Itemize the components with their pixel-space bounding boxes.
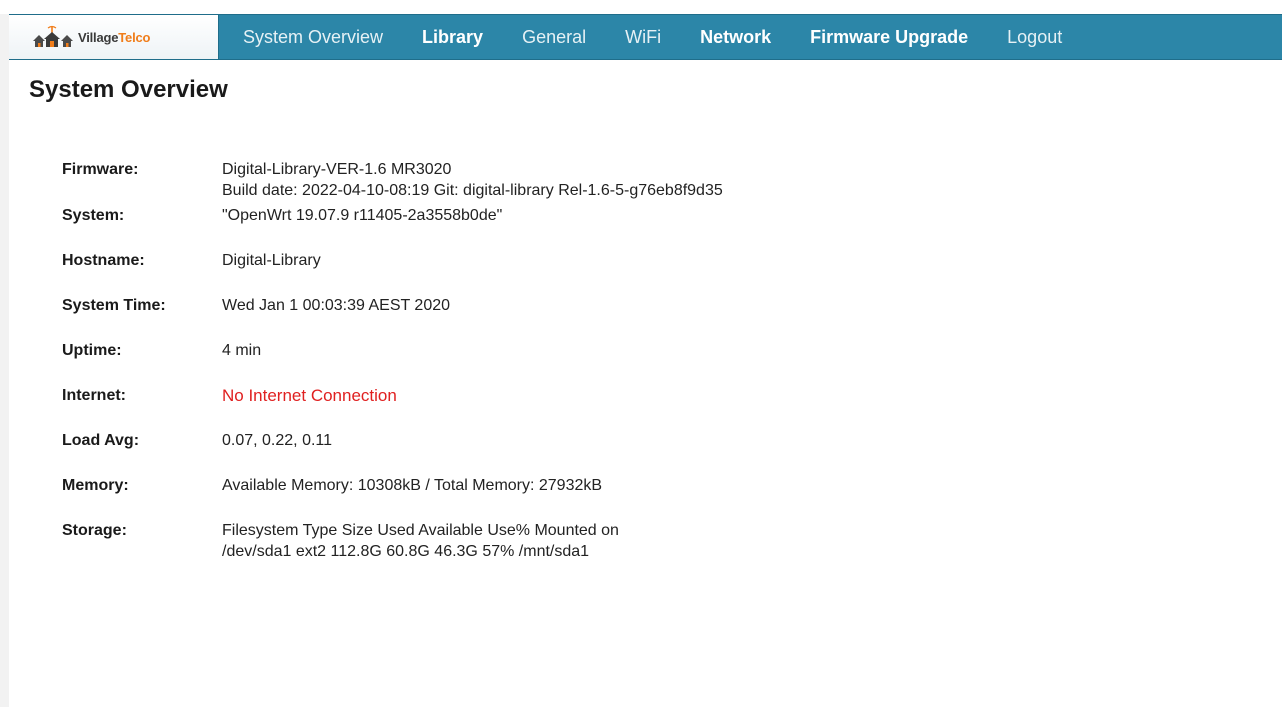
- nav-general[interactable]: General: [522, 27, 586, 48]
- system-time-row: System Time: Wed Jan 1 00:03:39 AEST 202…: [62, 295, 723, 340]
- firmware-row: Firmware: Digital-Library-VER-1.6 MR3020…: [62, 159, 723, 205]
- internet-label: Internet:: [62, 387, 126, 404]
- internet-status: No Internet Connection: [222, 386, 397, 405]
- uptime-row: Uptime: 4 min: [62, 340, 723, 385]
- system-row: System: "OpenWrt 19.07.9 r11405-2a3558b0…: [62, 205, 723, 250]
- memory-row: Memory: Available Memory: 10308kB / Tota…: [62, 475, 723, 520]
- brand-name: VillageTelco: [78, 30, 150, 45]
- nav-logout[interactable]: Logout: [1007, 27, 1062, 48]
- internet-row: Internet: No Internet Connection: [62, 385, 723, 430]
- system-time-value: Wed Jan 1 00:03:39 AEST 2020: [222, 297, 451, 314]
- load-avg-value: 0.07, 0.22, 0.11: [222, 432, 333, 449]
- page: VillageTelco System Overview Library Gen…: [0, 0, 1282, 707]
- nav-system-overview[interactable]: System Overview: [243, 27, 383, 48]
- nav-network[interactable]: Network: [700, 27, 771, 48]
- firmware-label: Firmware:: [62, 161, 139, 178]
- load-avg-label: Load Avg:: [62, 432, 140, 449]
- system-label: System:: [62, 207, 125, 224]
- storage-value: Filesystem Type Size Used Available Use%…: [222, 520, 619, 566]
- nav-menu: System Overview Library General WiFi Net…: [243, 15, 1101, 59]
- page-title: System Overview: [29, 76, 228, 103]
- brand-name-village: Village: [78, 29, 119, 45]
- top-edge: [0, 0, 1282, 14]
- village-houses-icon: [33, 25, 73, 47]
- storage-label: Storage:: [62, 522, 127, 539]
- memory-value: Available Memory: 10308kB / Total Memory…: [222, 477, 603, 494]
- nav-library[interactable]: Library: [422, 27, 483, 48]
- uptime-value: 4 min: [222, 342, 262, 359]
- firmware-build: Build date: 2022-04-10-08:19 Git: digita…: [222, 182, 723, 199]
- hostname-value: Digital-Library: [222, 252, 321, 269]
- system-info-table: Firmware: Digital-Library-VER-1.6 MR3020…: [62, 159, 723, 566]
- firmware-version: Digital-Library-VER-1.6 MR3020: [222, 161, 452, 178]
- load-avg-row: Load Avg: 0.07, 0.22, 0.11: [62, 430, 723, 475]
- left-edge: [0, 0, 9, 707]
- memory-label: Memory:: [62, 477, 129, 494]
- brand-logo[interactable]: VillageTelco: [9, 15, 219, 59]
- hostname-row: Hostname: Digital-Library: [62, 250, 723, 295]
- storage-row: Storage: Filesystem Type Size Used Avail…: [62, 520, 723, 566]
- brand-name-telco: Telco: [118, 29, 151, 45]
- nav-firmware-upgrade[interactable]: Firmware Upgrade: [810, 27, 968, 48]
- hostname-label: Hostname:: [62, 252, 145, 269]
- storage-header: Filesystem Type Size Used Available Use%…: [222, 522, 619, 539]
- top-navbar: VillageTelco System Overview Library Gen…: [9, 14, 1282, 60]
- firmware-value: Digital-Library-VER-1.6 MR3020 Build dat…: [222, 159, 723, 205]
- system-value: "OpenWrt 19.07.9 r11405-2a3558b0de": [222, 207, 503, 224]
- nav-wifi[interactable]: WiFi: [625, 27, 661, 48]
- uptime-label: Uptime:: [62, 342, 122, 359]
- storage-entry: /dev/sda1 ext2 112.8G 60.8G 46.3G 57% /m…: [222, 543, 590, 560]
- system-time-label: System Time:: [62, 297, 166, 314]
